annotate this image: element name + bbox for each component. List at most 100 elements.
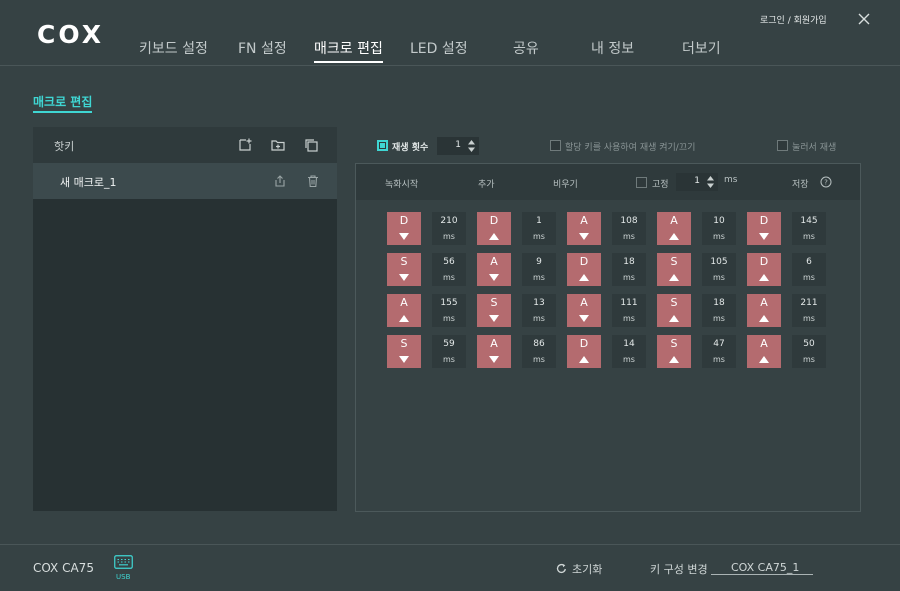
delay-box[interactable]: 13 ms [522,294,556,327]
macro-list-item[interactable]: 새 매크로_1 [33,163,337,199]
key-event-button[interactable]: S [477,294,511,327]
key-up-arrow-icon [759,315,769,322]
key-event-letter: A [490,255,498,268]
trash-icon[interactable] [306,174,320,188]
key-event-button[interactable]: S [387,253,421,286]
nav-fn-settings[interactable]: FN 설정 [238,38,287,58]
key-event-button[interactable]: S [387,335,421,368]
repeat-count-stepper[interactable]: 1 [437,137,479,155]
delay-unit: ms [713,232,725,241]
delay-box[interactable]: 59 ms [432,335,466,368]
key-event-button[interactable]: A [747,294,781,327]
repeat-checkbox[interactable] [377,140,388,151]
key-event-letter: S [670,255,678,268]
key-event-button[interactable]: D [387,212,421,245]
hold-to-play-checkbox[interactable] [777,140,788,151]
key-up-arrow-icon [669,233,679,240]
macro-list-header: 핫키 [33,127,337,163]
delay-box[interactable]: 47 ms [702,335,736,368]
login-signup-link[interactable]: 로그인 / 회원가입 [760,13,827,26]
cox-logo: COX [37,20,104,49]
delay-value: 210 [440,216,458,226]
delay-value: 10 [713,216,725,226]
delay-box[interactable]: 108 ms [612,212,646,245]
delay-value: 108 [620,216,638,226]
key-event-button[interactable]: S [657,294,691,327]
delay-box[interactable]: 10 ms [702,212,736,245]
nav-macro-edit[interactable]: 매크로 편집 [314,38,383,63]
delay-box[interactable]: 210 ms [432,212,466,245]
fixed-delay-stepper[interactable]: 1 [676,173,718,191]
delay-box[interactable]: 145 ms [792,212,826,245]
delay-unit: ms [713,273,725,282]
delay-value: 86 [533,339,545,349]
key-event-button[interactable]: D [747,253,781,286]
key-event-button[interactable]: A [567,212,601,245]
key-event-button[interactable]: A [477,253,511,286]
nav-keyboard-settings[interactable]: 키보드 설정 [139,38,208,58]
delay-box[interactable]: 6 ms [792,253,826,286]
macro-list-panel: 핫키 새 매크로_1 [33,127,337,511]
copy-macro-icon[interactable] [303,137,319,153]
clear-button[interactable]: 비우기 [553,177,578,190]
key-event-button[interactable]: A [747,335,781,368]
delay-box[interactable]: 18 ms [702,294,736,327]
delay-unit: ms [443,273,455,282]
close-icon[interactable] [856,11,872,27]
key-event-button[interactable]: A [477,335,511,368]
delay-unit: ms [803,273,815,282]
delay-unit: ms [443,314,455,323]
key-up-arrow-icon [669,356,679,363]
key-down-arrow-icon [489,356,499,363]
delay-box[interactable]: 1 ms [522,212,556,245]
key-config-select[interactable]: COX CA75_1 [711,561,813,575]
key-event-button[interactable]: D [747,212,781,245]
reset-button[interactable]: 초기화 [556,561,602,577]
record-start-button[interactable]: 녹화시작 [385,177,418,190]
delay-value: 50 [803,339,815,349]
key-event-button[interactable]: D [567,253,601,286]
nav-share[interactable]: 공유 [513,38,539,58]
key-event-button[interactable]: A [387,294,421,327]
new-folder-icon[interactable] [270,137,286,153]
fixed-delay-unit: ms [724,175,738,185]
key-event-letter: D [759,255,769,268]
export-icon[interactable] [273,174,287,188]
spinner-arrows-icon[interactable] [706,174,715,190]
key-event-letter: S [400,337,408,350]
help-icon[interactable]: ? [820,176,832,188]
add-button[interactable]: 추가 [478,177,495,190]
device-name: COX CA75 [33,561,94,575]
key-down-arrow-icon [399,274,409,281]
delay-box[interactable]: 50 ms [792,335,826,368]
key-event-button[interactable]: D [477,212,511,245]
page-title: 매크로 편집 [33,93,93,113]
key-event-button[interactable]: A [657,212,691,245]
delay-box[interactable]: 211 ms [792,294,826,327]
nav-more[interactable]: 더보기 [682,38,721,58]
delay-box[interactable]: 56 ms [432,253,466,286]
key-event-button[interactable]: A [567,294,601,327]
delay-box[interactable]: 86 ms [522,335,556,368]
assigned-key-toggle-checkbox[interactable] [550,140,561,151]
key-down-arrow-icon [489,274,499,281]
delay-box[interactable]: 111 ms [612,294,646,327]
save-button[interactable]: 저장 [792,177,809,190]
delay-box[interactable]: 18 ms [612,253,646,286]
key-event-button[interactable]: S [657,335,691,368]
key-event-button[interactable]: D [567,335,601,368]
delay-box[interactable]: 14 ms [612,335,646,368]
nav-my-info[interactable]: 내 정보 [591,38,634,58]
delay-box[interactable]: 9 ms [522,253,556,286]
nav-led-settings[interactable]: LED 설정 [410,38,468,58]
delay-box[interactable]: 155 ms [432,294,466,327]
key-event-letter: D [579,337,589,350]
key-down-arrow-icon [579,233,589,240]
delay-box[interactable]: 105 ms [702,253,736,286]
top-bar: COX 키보드 설정 FN 설정 매크로 편집 LED 설정 공유 내 정보 더… [0,0,900,66]
macro-editor-panel: 녹화시작 추가 비우기 고정 1 ms 저장 ? D 210 ms D 1 ms A 108 m… [355,163,861,512]
spinner-arrows-icon[interactable] [467,138,476,154]
fixed-delay-checkbox[interactable] [636,177,647,188]
key-event-button[interactable]: S [657,253,691,286]
new-macro-icon[interactable] [237,137,253,153]
